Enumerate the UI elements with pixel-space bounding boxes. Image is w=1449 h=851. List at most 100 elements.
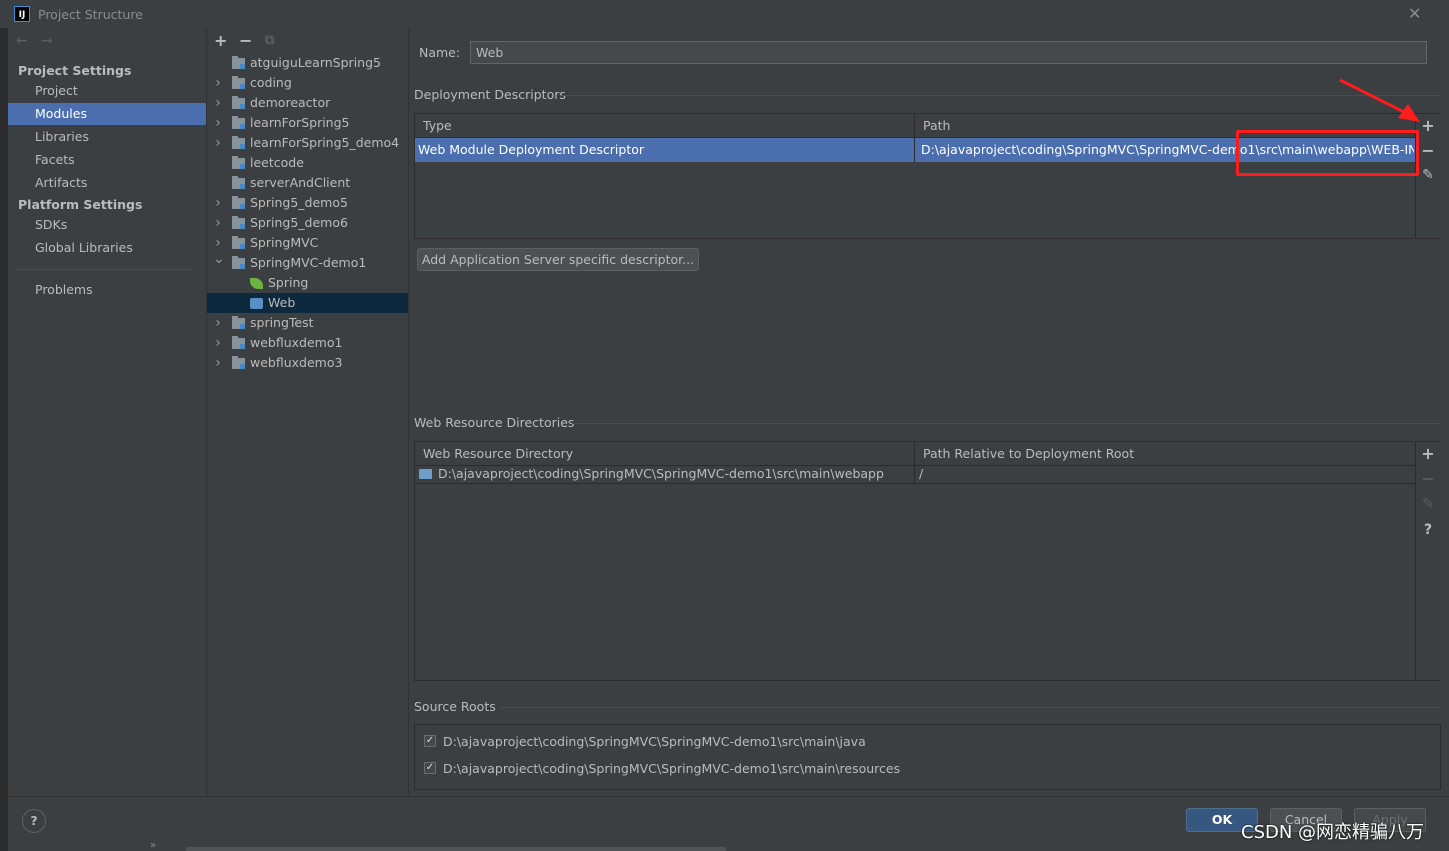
- tree-item[interactable]: Spring: [207, 273, 408, 293]
- tree-item-label: springTest: [250, 315, 314, 330]
- module-folder-icon: [232, 336, 245, 349]
- back-arrow-icon[interactable]: ←: [16, 33, 28, 49]
- module-folder-icon: [232, 196, 245, 209]
- help-question-icon[interactable]: ?: [1415, 522, 1441, 538]
- horizontal-scrollbar[interactable]: [186, 847, 726, 851]
- tree-item[interactable]: › Spring5_demo5: [207, 193, 408, 213]
- source-root-path: D:\ajavaproject\coding\SpringMVC\SpringM…: [443, 761, 901, 776]
- tree-item[interactable]: › coding: [207, 73, 408, 93]
- double-chevron-icon[interactable]: »: [150, 840, 156, 851]
- section-divider: [572, 423, 1440, 424]
- help-button[interactable]: ?: [22, 809, 46, 833]
- tree-item[interactable]: › springTest: [207, 313, 408, 333]
- title-bar: [0, 0, 1449, 28]
- tree-item[interactable]: › webfluxdemo3: [207, 353, 408, 373]
- forward-arrow-icon[interactable]: →: [41, 33, 53, 49]
- tree-item-label: SpringMVC: [250, 235, 319, 250]
- tree-item[interactable]: › demoreactor: [207, 93, 408, 113]
- tree-item[interactable]: ⌄ SpringMVC-demo1: [207, 251, 408, 273]
- spring-leaf-icon: [250, 278, 263, 289]
- sidebar-item-libraries[interactable]: Libraries: [8, 126, 206, 148]
- add-server-descriptor-button[interactable]: Add Application Server specific descript…: [417, 248, 699, 271]
- tree-item-label: learnForSpring5_demo4: [250, 135, 400, 150]
- chevron-right-icon[interactable]: ›: [213, 113, 223, 133]
- column-divider: [914, 442, 915, 484]
- column-header-type[interactable]: Type: [423, 118, 452, 133]
- tree-item-label: Spring5_demo6: [250, 215, 348, 230]
- tree-item[interactable]: › SpringMVC: [207, 233, 408, 253]
- sidebar-item-project[interactable]: Project: [8, 80, 206, 102]
- platform-settings-header: Platform Settings: [18, 197, 143, 212]
- sidebar-item-artifacts[interactable]: Artifacts: [8, 172, 206, 194]
- copy-module-icon[interactable]: ⧉: [265, 33, 274, 48]
- column-header-path[interactable]: Path: [923, 118, 950, 133]
- tree-item[interactable]: serverAndClient: [207, 173, 408, 193]
- csdn-watermark: CSDN @网恋精骗八万: [1241, 822, 1425, 843]
- annotation-arrow-icon: [1339, 78, 1420, 122]
- chevron-right-icon[interactable]: ›: [213, 313, 223, 333]
- chevron-right-icon[interactable]: ›: [213, 353, 223, 373]
- web-folder-icon: [419, 469, 432, 479]
- module-folder-icon: [232, 236, 245, 249]
- module-folder-icon: [232, 56, 245, 69]
- section-divider: [562, 95, 1440, 96]
- tree-item[interactable]: atguiguLearnSpring5: [207, 53, 408, 73]
- module-folder-icon: [232, 216, 245, 229]
- sidebar-item-global-libraries[interactable]: Global Libraries: [8, 237, 206, 259]
- tree-item[interactable]: Web: [207, 293, 408, 313]
- tree-item-label: leetcode: [250, 155, 304, 170]
- edit-resource-icon[interactable]: ✎: [1415, 496, 1441, 512]
- tree-item-label: SpringMVC-demo1: [250, 255, 367, 270]
- tree-item-label: Spring: [268, 275, 309, 290]
- web-resource-directories-title: Web Resource Directories: [414, 415, 575, 430]
- tree-item-label: webfluxdemo3: [250, 355, 343, 370]
- module-folder-icon: [232, 76, 245, 89]
- tree-item[interactable]: › learnForSpring5: [207, 113, 408, 133]
- chevron-right-icon[interactable]: ›: [213, 193, 223, 213]
- sidebar-divider: [18, 269, 190, 270]
- module-folder-icon: [232, 96, 245, 109]
- tree-item-label: Web: [268, 295, 296, 310]
- column-header-web-resource-directory[interactable]: Web Resource Directory: [423, 446, 573, 461]
- name-input[interactable]: Web: [470, 41, 1427, 64]
- intellij-app-icon: IJ: [14, 6, 30, 22]
- tree-item[interactable]: › learnForSpring5_demo4: [207, 133, 408, 153]
- sidebar-item-facets[interactable]: Facets: [8, 149, 206, 171]
- tree-item-label: demoreactor: [250, 95, 331, 110]
- chevron-right-icon[interactable]: ›: [213, 73, 223, 93]
- tree-item[interactable]: › Spring5_demo6: [207, 213, 408, 233]
- module-folder-icon: [232, 116, 245, 129]
- column-header-path-relative[interactable]: Path Relative to Deployment Root: [923, 446, 1134, 461]
- annotation-highlight-box: [1236, 130, 1419, 176]
- add-module-icon[interactable]: +: [214, 31, 227, 50]
- descriptor-type-cell[interactable]: Web Module Deployment Descriptor: [418, 138, 910, 162]
- web-resource-directory-cell[interactable]: D:\ajavaproject\coding\SpringMVC\SpringM…: [438, 463, 908, 485]
- column-divider: [914, 114, 915, 162]
- remove-module-icon[interactable]: −: [239, 31, 252, 50]
- chevron-right-icon[interactable]: ›: [213, 333, 223, 353]
- chevron-down-icon[interactable]: ⌄: [213, 249, 225, 269]
- tree-item[interactable]: › webfluxdemo1: [207, 333, 408, 353]
- close-icon[interactable]: ✕: [1408, 4, 1421, 23]
- chevron-right-icon[interactable]: ›: [213, 133, 223, 153]
- background-window-strip: [0, 28, 8, 851]
- source-root-checkbox[interactable]: ✓: [424, 762, 436, 774]
- add-resource-icon[interactable]: +: [1415, 444, 1441, 463]
- sidebar-item-modules[interactable]: Modules: [8, 103, 206, 125]
- sidebar-item-problems[interactable]: Problems: [8, 279, 206, 301]
- web-facet-icon: [250, 298, 263, 309]
- module-folder-icon: [232, 316, 245, 329]
- relative-path-cell[interactable]: /: [919, 463, 923, 485]
- source-root-path: D:\ajavaproject\coding\SpringMVC\SpringM…: [443, 734, 866, 749]
- tree-item[interactable]: leetcode: [207, 153, 408, 173]
- remove-resource-icon[interactable]: −: [1415, 469, 1441, 488]
- tree-item-label: coding: [250, 75, 292, 90]
- tree-item-label: learnForSpring5: [250, 115, 350, 130]
- chevron-right-icon[interactable]: ›: [213, 93, 223, 113]
- chevron-right-icon[interactable]: ›: [213, 213, 223, 233]
- module-folder-icon: [232, 136, 245, 149]
- source-root-checkbox[interactable]: ✓: [424, 735, 436, 747]
- sidebar-item-sdks[interactable]: SDKs: [8, 214, 206, 236]
- module-folder-icon: [232, 176, 245, 189]
- module-folder-icon: [232, 356, 245, 369]
